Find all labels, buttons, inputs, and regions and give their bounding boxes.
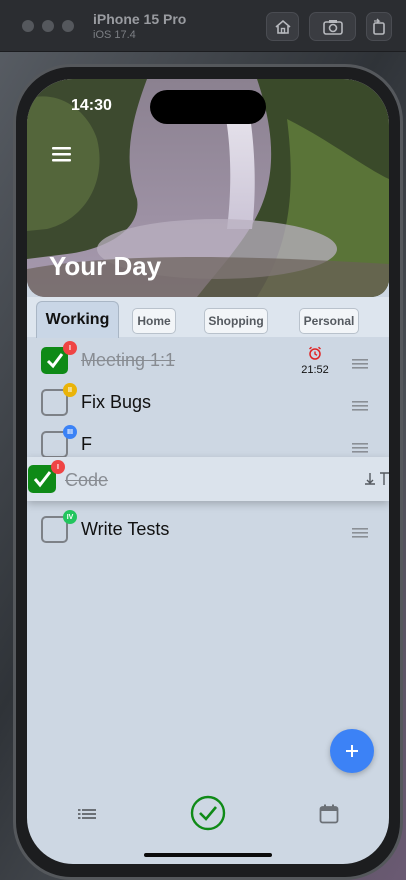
task-alarm[interactable]: 21:52 bbox=[301, 346, 329, 376]
priority-badge: I bbox=[63, 341, 77, 355]
rotate-button[interactable] bbox=[366, 12, 392, 41]
page-title: Your Day bbox=[49, 251, 162, 281]
nav-today-button[interactable] bbox=[190, 795, 226, 831]
task-title: Fix Bugs bbox=[81, 392, 152, 412]
hamburger-icon[interactable] bbox=[51, 145, 73, 163]
tab-shopping[interactable]: Shopping bbox=[204, 308, 268, 334]
drag-handle-icon[interactable] bbox=[352, 525, 368, 538]
camera-icon bbox=[322, 19, 343, 35]
header-image: 14:30 Your Day bbox=[27, 79, 389, 297]
checkmark-icon bbox=[46, 353, 64, 369]
tab-personal[interactable]: Personal bbox=[299, 308, 359, 334]
tab-home[interactable]: Home bbox=[132, 308, 176, 334]
nav-list-button[interactable] bbox=[78, 807, 96, 821]
priority-badge: I bbox=[51, 460, 65, 474]
category-tabs: Working Home Shopping Personal bbox=[27, 297, 389, 338]
home-indicator bbox=[144, 853, 272, 857]
task-row[interactable]: II Fix Bugs bbox=[27, 381, 389, 423]
drag-handle-icon[interactable] bbox=[364, 472, 389, 486]
plus-icon bbox=[346, 745, 358, 757]
add-task-button[interactable] bbox=[330, 729, 374, 773]
checkmark-icon bbox=[33, 471, 52, 488]
zoom-window-button[interactable] bbox=[62, 20, 74, 32]
list-icon bbox=[78, 809, 96, 819]
close-window-button[interactable] bbox=[22, 20, 34, 32]
drag-handle-icon[interactable] bbox=[352, 440, 368, 453]
tab-working[interactable]: Working bbox=[36, 301, 119, 338]
priority-badge: III bbox=[63, 425, 77, 439]
task-row[interactable]: I Meeting 1:1 21:52 bbox=[27, 339, 389, 381]
home-button[interactable] bbox=[266, 12, 299, 41]
calendar-icon bbox=[319, 804, 339, 824]
rotate-icon bbox=[373, 18, 385, 35]
check-circle-icon bbox=[190, 795, 226, 831]
task-title: Meeting 1:1 bbox=[81, 350, 176, 370]
priority-badge: II bbox=[63, 383, 77, 397]
os-version: iOS 17.4 bbox=[93, 29, 136, 41]
device-name: iPhone 15 Pro bbox=[93, 11, 187, 27]
alarm-clock-icon bbox=[309, 346, 321, 360]
nav-calendar-button[interactable] bbox=[319, 804, 339, 824]
screenshot-button[interactable] bbox=[309, 12, 356, 41]
task-title: Code bbox=[65, 470, 109, 490]
drag-handle-icon[interactable] bbox=[352, 356, 368, 369]
priority-badge: IV bbox=[63, 510, 77, 524]
task-title: Write Tests bbox=[81, 519, 170, 539]
drag-handle-icon[interactable] bbox=[352, 398, 368, 411]
alarm-time: 21:52 bbox=[301, 364, 329, 376]
dragging-task-row[interactable]: I Code bbox=[27, 457, 389, 501]
minimize-window-button[interactable] bbox=[42, 20, 54, 32]
task-title: F bbox=[81, 434, 92, 454]
app-screen: 14:30 Your Day Working Home Shopping Per… bbox=[27, 79, 389, 864]
task-row[interactable]: IV Write Tests bbox=[27, 508, 389, 550]
dynamic-island bbox=[150, 90, 266, 124]
status-time: 14:30 bbox=[71, 97, 112, 114]
home-icon bbox=[274, 19, 291, 34]
simulator-title-bar: iPhone 15 Pro iOS 17.4 bbox=[0, 0, 406, 52]
